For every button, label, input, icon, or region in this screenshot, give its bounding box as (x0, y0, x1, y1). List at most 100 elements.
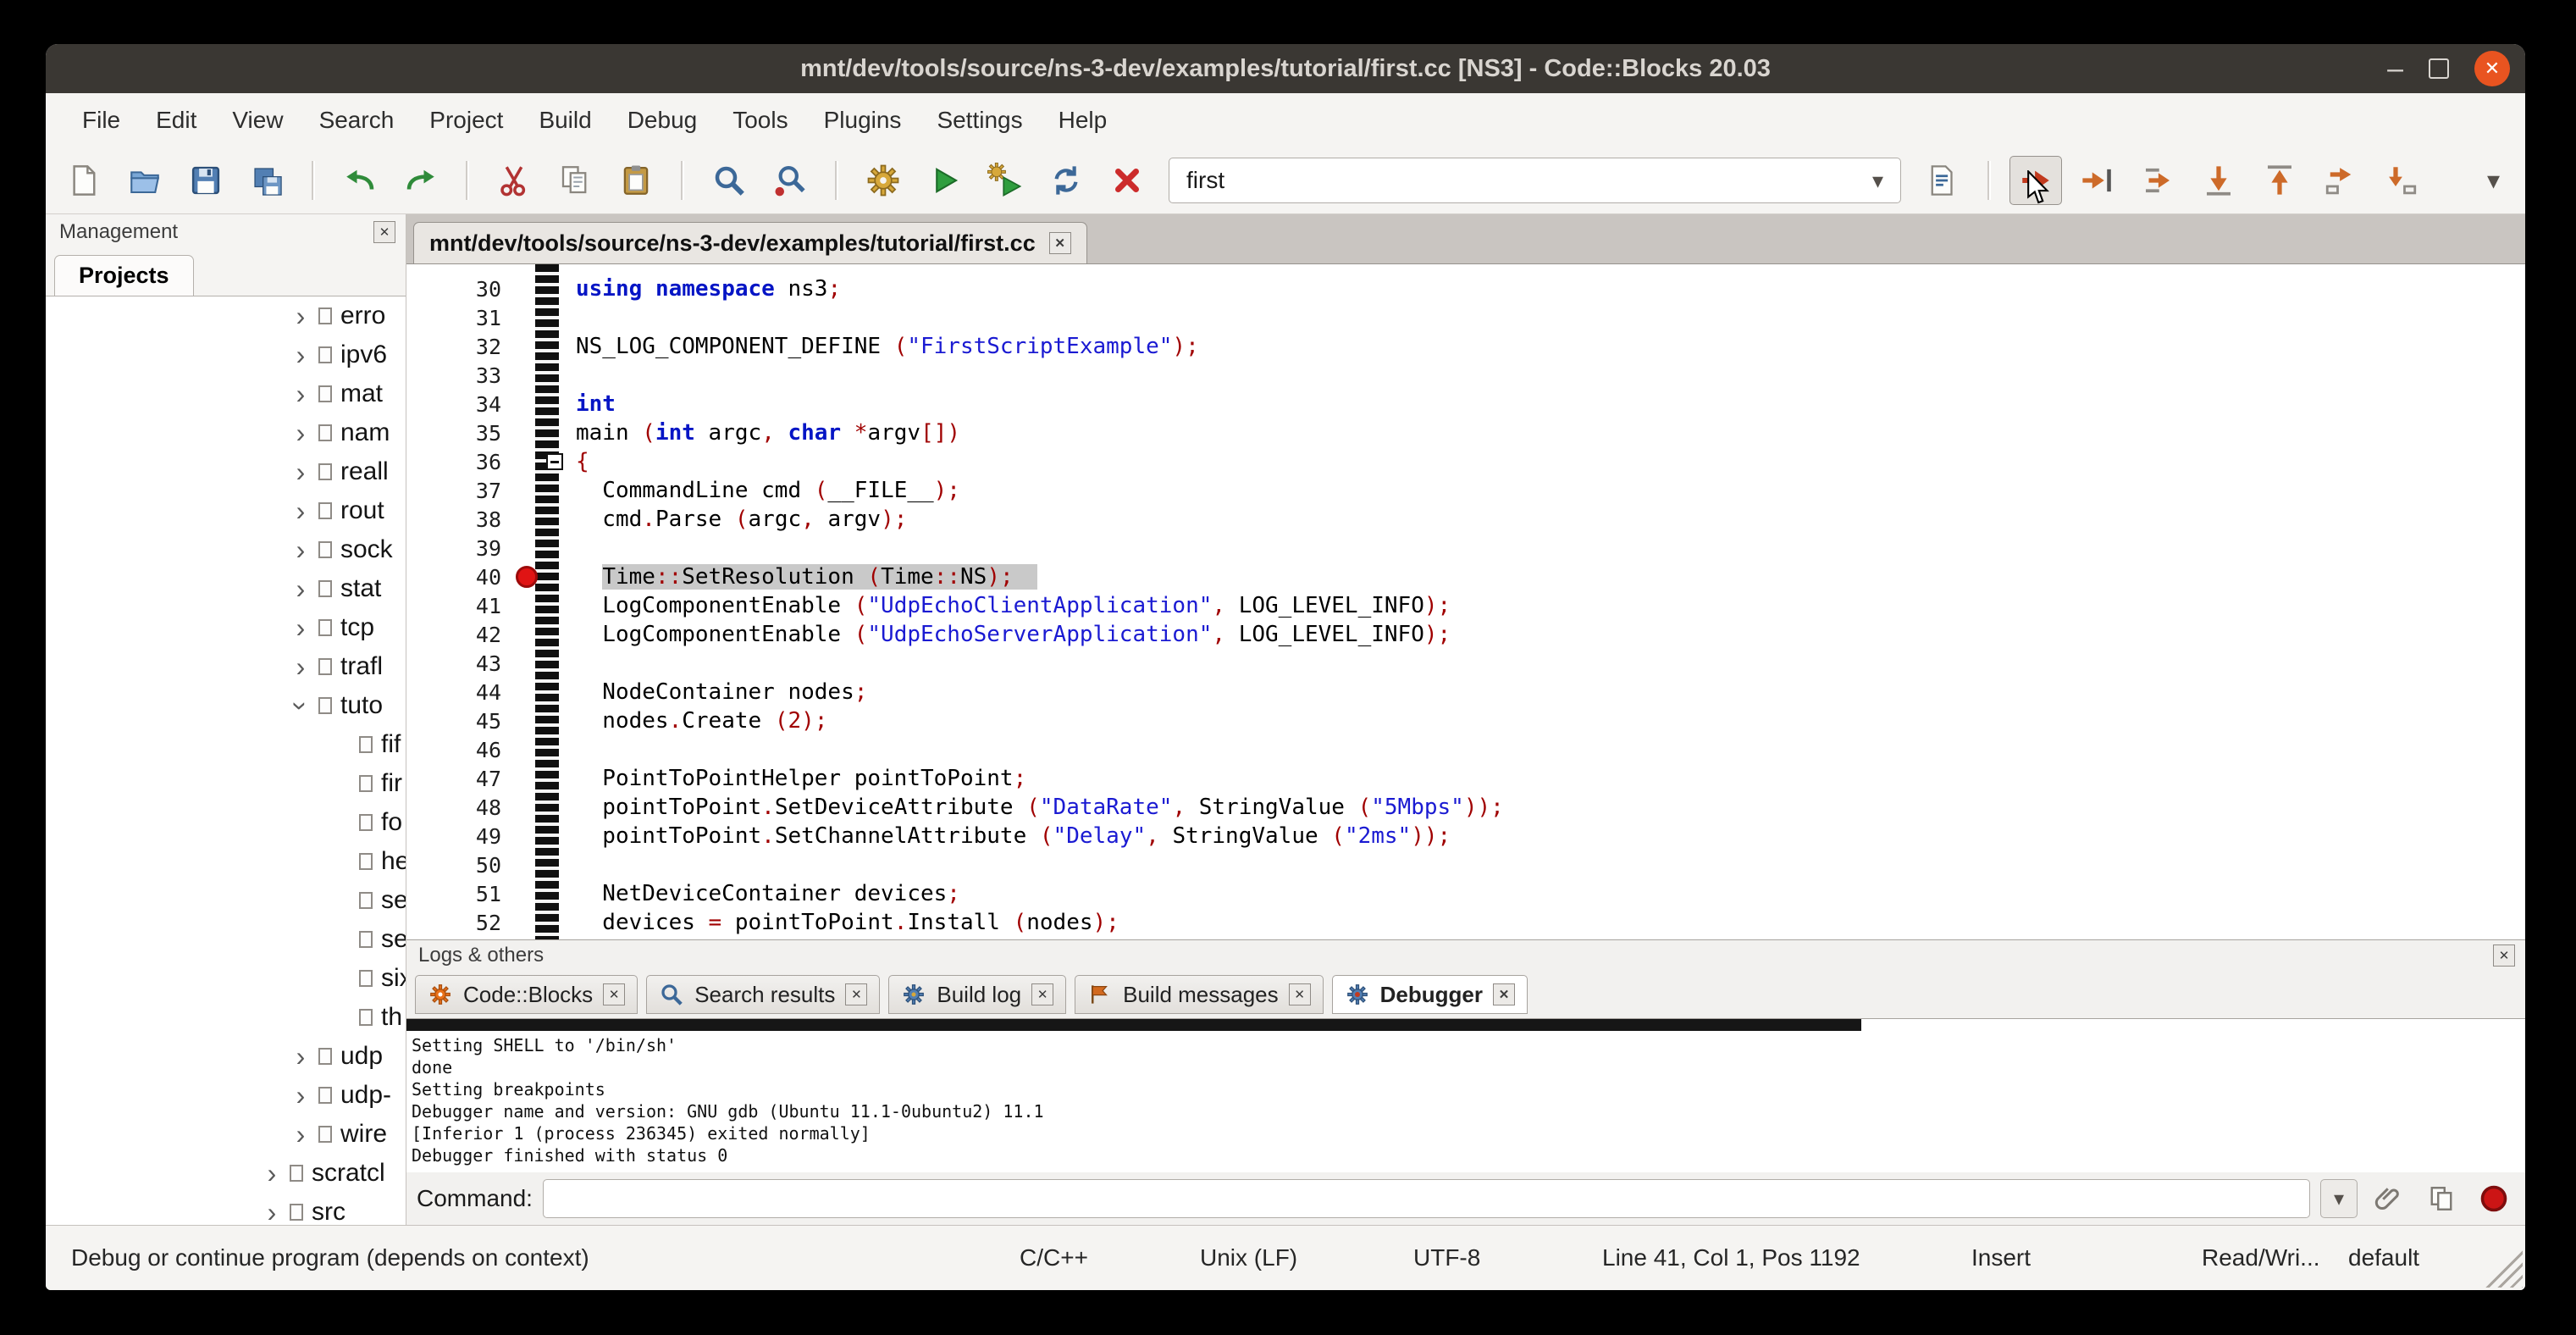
line-number[interactable]: 40 (406, 565, 510, 590)
expander-icon[interactable]: › (288, 535, 313, 566)
tree-item-se[interactable]: se (46, 881, 406, 920)
log-tab-code-blocks[interactable]: Code::Blocks✕ (415, 975, 638, 1014)
command-history-dropdown[interactable]: ▾ (2320, 1179, 2358, 1218)
tree-item-stat[interactable]: ›stat (46, 569, 406, 608)
tree-item-scratcl[interactable]: ›scratcl (46, 1154, 406, 1193)
next-instruction-button[interactable] (2314, 156, 2367, 205)
replace-button[interactable] (764, 156, 816, 205)
tree-item-fo[interactable]: fo (46, 803, 406, 842)
line-number[interactable]: 41 (406, 594, 510, 618)
tree-item-reall[interactable]: ›reall (46, 452, 406, 491)
close-icon[interactable]: ✕ (1289, 983, 1311, 1005)
tree-item-udp[interactable]: ›udp (46, 1037, 406, 1076)
expander-icon[interactable]: › (288, 1119, 313, 1150)
line-number[interactable]: 38 (406, 507, 510, 532)
minimize-button[interactable]: – (2387, 54, 2403, 83)
tree-item-mat[interactable]: ›mat (46, 374, 406, 413)
line-number[interactable]: 34 (406, 392, 510, 417)
line-number[interactable]: 48 (406, 795, 510, 820)
menu-search[interactable]: Search (301, 93, 412, 147)
line-number[interactable]: 33 (406, 363, 510, 388)
line-number[interactable]: 45 (406, 709, 510, 734)
expander-icon[interactable]: › (288, 457, 313, 488)
tree-item-tcp[interactable]: ›tcp (46, 608, 406, 647)
run-to-cursor-button[interactable] (2070, 156, 2123, 205)
paste-button[interactable] (610, 156, 662, 205)
menu-settings[interactable]: Settings (919, 93, 1040, 147)
toolbar-overflow-button[interactable]: ▾ (2474, 166, 2513, 196)
new-file-button[interactable] (58, 156, 110, 205)
expander-icon[interactable]: › (259, 1197, 285, 1226)
close-icon[interactable]: ✕ (373, 221, 395, 243)
stop-debugger-button[interactable] (2473, 1179, 2515, 1218)
expander-icon[interactable]: › (288, 379, 313, 410)
maximize-button[interactable] (2429, 58, 2449, 79)
menu-help[interactable]: Help (1041, 93, 1125, 147)
cut-button[interactable] (488, 156, 540, 205)
close-icon[interactable]: ✕ (1031, 983, 1053, 1005)
expander-icon[interactable]: › (288, 496, 313, 527)
line-number[interactable]: 35 (406, 421, 510, 446)
save-all-button[interactable] (240, 156, 293, 205)
log-tab-search-results[interactable]: Search results✕ (646, 975, 880, 1014)
redo-button[interactable] (395, 156, 447, 205)
step-into-button[interactable] (2192, 156, 2245, 205)
copy-button[interactable] (549, 156, 601, 205)
expander-icon[interactable]: › (259, 1158, 285, 1189)
tree-item-se[interactable]: se (46, 920, 406, 959)
copy-log-button[interactable] (2420, 1179, 2463, 1218)
line-number[interactable]: 42 (406, 623, 510, 647)
menu-file[interactable]: File (64, 93, 138, 147)
tree-item-sock[interactable]: ›sock (46, 530, 406, 569)
expander-icon[interactable]: › (288, 573, 313, 605)
expander-icon[interactable]: › (288, 1080, 313, 1111)
close-icon[interactable]: ✕ (845, 983, 867, 1005)
resize-grip-icon[interactable] (2482, 1247, 2523, 1288)
editor-tab-first-cc[interactable]: mnt/dev/tools/source/ns-3-dev/examples/t… (413, 222, 1087, 263)
build-target-combobox[interactable]: first ▾ (1169, 158, 1901, 203)
attach-button[interactable] (2368, 1179, 2410, 1218)
menu-view[interactable]: View (214, 93, 301, 147)
tree-item-fir[interactable]: fir (46, 764, 406, 803)
close-icon[interactable]: ✕ (1493, 983, 1515, 1005)
line-number[interactable]: 44 (406, 680, 510, 705)
command-input[interactable] (543, 1179, 2310, 1218)
breakpoint-margin[interactable] (510, 566, 544, 588)
tree-item-fif[interactable]: fif (46, 725, 406, 764)
rebuild-button[interactable] (1040, 156, 1092, 205)
breakpoint-icon[interactable] (516, 566, 538, 588)
expander-icon[interactable]: › (288, 651, 313, 683)
menu-project[interactable]: Project (412, 93, 521, 147)
line-number[interactable]: 30 (406, 277, 510, 302)
debug-continue-button[interactable] (2009, 156, 2062, 205)
find-button[interactable] (703, 156, 755, 205)
tree-item-tuto[interactable]: ›tuto (46, 686, 406, 725)
menu-build[interactable]: Build (521, 93, 609, 147)
build-and-run-button[interactable] (979, 156, 1031, 205)
run-button[interactable] (918, 156, 970, 205)
menu-edit[interactable]: Edit (138, 93, 214, 147)
tree-item-src[interactable]: ›src (46, 1193, 406, 1225)
expander-icon[interactable]: › (288, 418, 313, 449)
step-out-button[interactable] (2253, 156, 2306, 205)
close-icon[interactable]: ✕ (1049, 232, 1071, 254)
log-tab-build-log[interactable]: Build log✕ (888, 975, 1066, 1014)
expander-icon[interactable]: › (288, 612, 313, 644)
compile-current-file-button[interactable] (1916, 156, 1969, 205)
line-number[interactable]: 52 (406, 911, 510, 935)
tree-item-rout[interactable]: ›rout (46, 491, 406, 530)
line-number[interactable]: 36 (406, 450, 510, 474)
log-tab-debugger[interactable]: Debugger✕ (1332, 975, 1528, 1014)
tree-item-ipv6[interactable]: ›ipv6 (46, 335, 406, 374)
tree-item-six[interactable]: six (46, 959, 406, 998)
tree-item-erro[interactable]: ›erro (46, 296, 406, 335)
tree-item-nam[interactable]: ›nam (46, 413, 406, 452)
menu-debug[interactable]: Debug (610, 93, 716, 147)
line-number[interactable]: 50 (406, 853, 510, 878)
expander-icon[interactable]: › (285, 693, 317, 718)
close-icon[interactable]: ✕ (603, 983, 625, 1005)
title-bar[interactable]: mnt/dev/tools/source/ns-3-dev/examples/t… (46, 44, 2525, 93)
line-number[interactable]: 31 (406, 306, 510, 330)
line-number[interactable]: 51 (406, 882, 510, 906)
save-button[interactable] (180, 156, 232, 205)
